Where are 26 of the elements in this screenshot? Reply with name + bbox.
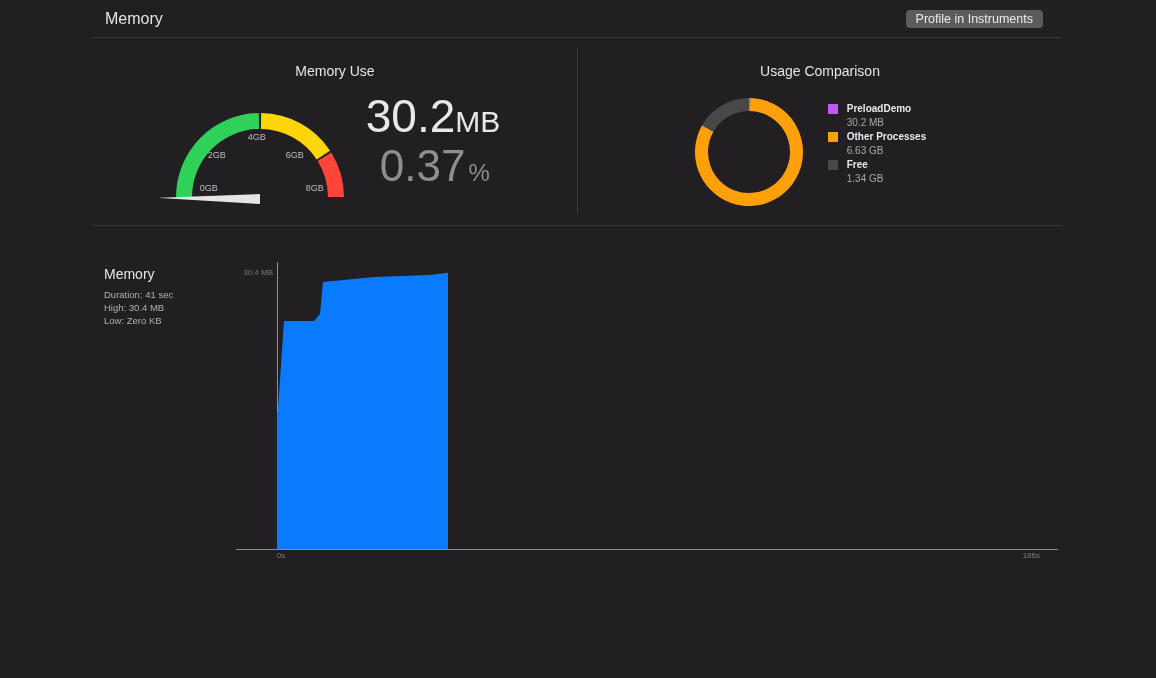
memory-unit: MB	[455, 104, 501, 140]
gauge-label: 0GB	[199, 183, 218, 193]
panel-title: Memory Use	[295, 63, 375, 79]
legend-value: 30.2 MB	[846, 117, 885, 128]
graph-detail: Low: Zero KB	[104, 314, 163, 327]
gauge-label: 6GB	[285, 150, 304, 160]
gauge-label: 8GB	[305, 183, 324, 193]
gauge-label: 4GB	[247, 132, 266, 142]
x-start-label: 0s	[276, 551, 286, 560]
percent-value: 0.37	[379, 144, 466, 188]
graph-title: Memory	[104, 266, 156, 282]
y-max-label: 30.4 MB	[243, 268, 273, 277]
legend-label: PreloadDemo	[846, 103, 912, 114]
graph-detail: High: 30.4 MB	[104, 301, 166, 314]
section-title: Memory	[105, 9, 163, 28]
legend-label: Free	[846, 159, 868, 170]
memory-value: 30.2	[365, 94, 456, 138]
legend-value: 1.34 GB	[846, 173, 885, 184]
panel-title: Usage Comparison	[760, 63, 880, 79]
x-end-label: 186s	[1022, 551, 1040, 560]
legend-value: 6.63 GB	[846, 145, 885, 156]
graph-detail: Duration: 41 sec	[104, 288, 175, 301]
percent-unit: %	[468, 158, 490, 188]
gauge-label: 2GB	[207, 150, 226, 160]
profile-button[interactable]: Profile in Instruments	[905, 9, 1043, 28]
legend-label: Other Processes	[846, 131, 927, 142]
